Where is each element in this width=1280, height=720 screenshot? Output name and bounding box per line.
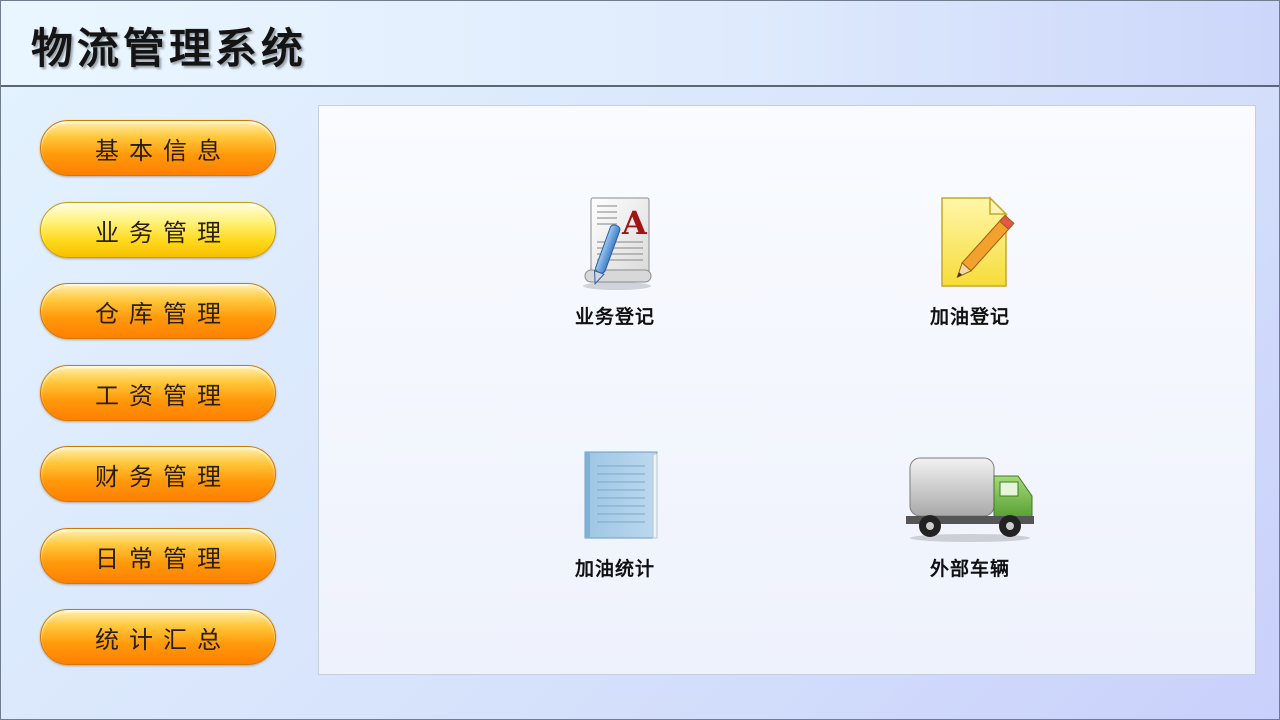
app-title: 物流管理系统: [31, 24, 308, 73]
header-bar: 物流管理系统: [1, 1, 1279, 87]
menu-warehouse-management-button[interactable]: 仓库管理: [40, 283, 276, 339]
tile-business-registration[interactable]: A 业务登记: [535, 194, 695, 354]
notebook-icon: [545, 446, 685, 546]
document-edit-icon: A: [545, 194, 685, 294]
tile-label: 加油统计: [574, 558, 655, 580]
menu-finance-management-button[interactable]: 财务管理: [40, 446, 276, 502]
menu-business-management-button[interactable]: 业务管理: [40, 202, 276, 258]
menu-daily-management-button[interactable]: 日常管理: [40, 528, 276, 584]
menu-statistics-summary-button[interactable]: 统计汇总: [40, 609, 276, 665]
menu-basic-info-button[interactable]: 基本信息: [40, 120, 276, 176]
tile-label: 加油登记: [929, 306, 1010, 328]
note-pencil-icon: [900, 194, 1040, 294]
tile-refuel-registration[interactable]: 加油登记: [890, 194, 1050, 354]
content-panel: A 业务登记 加油登记 加油统计 外部车辆: [318, 105, 1256, 675]
tile-label: 外部车辆: [929, 558, 1010, 580]
svg-text:A: A: [621, 204, 648, 242]
menu-salary-management-button[interactable]: 工资管理: [40, 365, 276, 421]
truck-icon: [900, 446, 1040, 546]
tile-external-vehicles[interactable]: 外部车辆: [890, 446, 1050, 606]
tile-label: 业务登记: [574, 306, 655, 328]
tile-refuel-statistics[interactable]: 加油统计: [535, 446, 695, 606]
